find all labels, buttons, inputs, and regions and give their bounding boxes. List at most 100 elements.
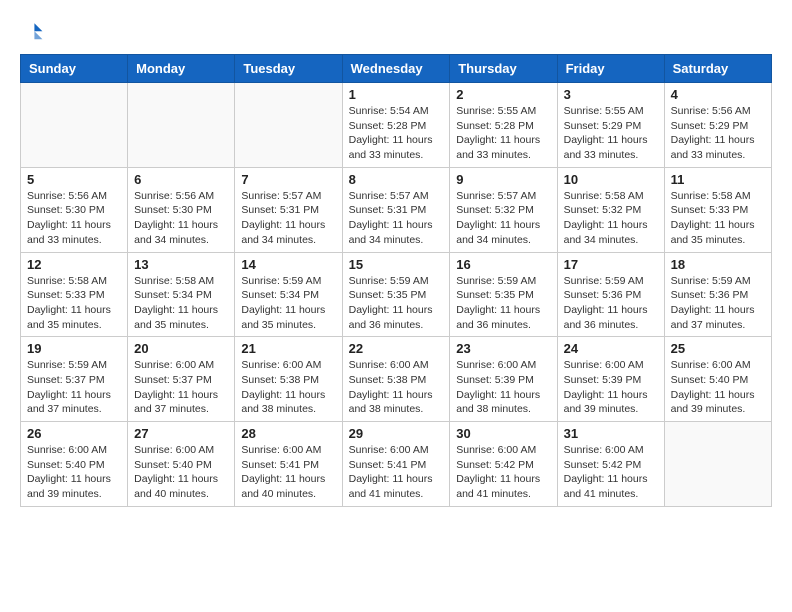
weekday-header-friday: Friday xyxy=(557,55,664,83)
day-number: 20 xyxy=(134,341,228,356)
day-cell: 12Sunrise: 5:58 AM Sunset: 5:33 PM Dayli… xyxy=(21,252,128,337)
day-cell: 21 Sunrise: 6:00 AM Sunset: 5:38 PM Dayli… xyxy=(235,337,342,422)
day-number: 30 xyxy=(456,426,550,441)
day-number: 16 xyxy=(456,257,550,272)
day-info: Sunrise: 5:55 AM Sunset: 5:28 PM Dayligh… xyxy=(456,104,550,163)
day-number: 23 xyxy=(456,341,550,356)
weekday-header-thursday: Thursday xyxy=(450,55,557,83)
day-cell: 24 Sunrise: 6:00 AM Sunset: 5:39 PM Dayli… xyxy=(557,337,664,422)
day-info: Sunrise: 5:57 AM Sunset: 5:31 PM Dayligh… xyxy=(349,189,444,248)
day-number: 7 xyxy=(241,172,335,187)
day-number: 5 xyxy=(27,172,121,187)
day-number: 27 xyxy=(134,426,228,441)
day-number: 8 xyxy=(349,172,444,187)
day-info: Sunrise: 6:00 AM Sunset: 5:38 PM Dayligh… xyxy=(349,358,444,417)
day-info: Sunrise: 6:00 AM Sunset: 5:38 PM Dayligh… xyxy=(241,358,335,417)
day-cell: 11 Sunrise: 5:58 AM Sunset: 5:33 PM Dayli… xyxy=(664,167,771,252)
day-cell xyxy=(664,422,771,507)
day-info: Sunrise: 6:00 AM Sunset: 5:42 PM Dayligh… xyxy=(456,443,550,502)
day-cell: 9Sunrise: 5:57 AM Sunset: 5:32 PM Daylig… xyxy=(450,167,557,252)
day-info: Sunrise: 6:00 AM Sunset: 5:39 PM Dayligh… xyxy=(564,358,658,417)
day-number: 15 xyxy=(349,257,444,272)
day-number: 31 xyxy=(564,426,658,441)
day-info: Sunrise: 5:59 AM Sunset: 5:35 PM Dayligh… xyxy=(456,274,550,333)
day-cell: 2 Sunrise: 5:55 AM Sunset: 5:28 PM Daylig… xyxy=(450,83,557,168)
day-number: 2 xyxy=(456,87,550,102)
page-header xyxy=(20,20,772,44)
day-cell: 3 Sunrise: 5:55 AM Sunset: 5:29 PM Daylig… xyxy=(557,83,664,168)
day-number: 26 xyxy=(27,426,121,441)
day-info: Sunrise: 5:56 AM Sunset: 5:29 PM Dayligh… xyxy=(671,104,765,163)
day-number: 6 xyxy=(134,172,228,187)
day-cell: 10 Sunrise: 5:58 AM Sunset: 5:32 PM Dayli… xyxy=(557,167,664,252)
day-info: Sunrise: 5:59 AM Sunset: 5:37 PM Dayligh… xyxy=(27,358,121,417)
week-row-3: 12Sunrise: 5:58 AM Sunset: 5:33 PM Dayli… xyxy=(21,252,772,337)
week-row-5: 26 Sunrise: 6:00 AM Sunset: 5:40 PM Dayli… xyxy=(21,422,772,507)
day-number: 13 xyxy=(134,257,228,272)
day-number: 11 xyxy=(671,172,765,187)
day-info: Sunrise: 5:56 AM Sunset: 5:30 PM Dayligh… xyxy=(134,189,228,248)
day-info: Sunrise: 6:00 AM Sunset: 5:40 PM Dayligh… xyxy=(671,358,765,417)
day-cell xyxy=(21,83,128,168)
day-number: 3 xyxy=(564,87,658,102)
day-number: 28 xyxy=(241,426,335,441)
day-number: 29 xyxy=(349,426,444,441)
day-cell: 30 Sunrise: 6:00 AM Sunset: 5:42 PM Dayli… xyxy=(450,422,557,507)
day-info: Sunrise: 6:00 AM Sunset: 5:40 PM Dayligh… xyxy=(134,443,228,502)
week-row-2: 5 Sunrise: 5:56 AM Sunset: 5:30 PM Daylig… xyxy=(21,167,772,252)
day-number: 18 xyxy=(671,257,765,272)
weekday-header-sunday: Sunday xyxy=(21,55,128,83)
day-number: 4 xyxy=(671,87,765,102)
day-cell: 5 Sunrise: 5:56 AM Sunset: 5:30 PM Daylig… xyxy=(21,167,128,252)
day-cell: 22 Sunrise: 6:00 AM Sunset: 5:38 PM Dayli… xyxy=(342,337,450,422)
day-info: Sunrise: 6:00 AM Sunset: 5:39 PM Dayligh… xyxy=(456,358,550,417)
day-info: Sunrise: 6:00 AM Sunset: 5:41 PM Dayligh… xyxy=(349,443,444,502)
day-cell: 25 Sunrise: 6:00 AM Sunset: 5:40 PM Dayli… xyxy=(664,337,771,422)
day-cell: 23 Sunrise: 6:00 AM Sunset: 5:39 PM Dayli… xyxy=(450,337,557,422)
day-info: Sunrise: 5:59 AM Sunset: 5:36 PM Dayligh… xyxy=(564,274,658,333)
day-cell: 1Sunrise: 5:54 AM Sunset: 5:28 PM Daylig… xyxy=(342,83,450,168)
day-info: Sunrise: 6:00 AM Sunset: 5:40 PM Dayligh… xyxy=(27,443,121,502)
day-info: Sunrise: 5:57 AM Sunset: 5:31 PM Dayligh… xyxy=(241,189,335,248)
day-number: 10 xyxy=(564,172,658,187)
day-info: Sunrise: 5:59 AM Sunset: 5:36 PM Dayligh… xyxy=(671,274,765,333)
day-info: Sunrise: 5:56 AM Sunset: 5:30 PM Dayligh… xyxy=(27,189,121,248)
day-number: 1 xyxy=(349,87,444,102)
week-row-1: 1Sunrise: 5:54 AM Sunset: 5:28 PM Daylig… xyxy=(21,83,772,168)
day-info: Sunrise: 5:58 AM Sunset: 5:33 PM Dayligh… xyxy=(671,189,765,248)
day-info: Sunrise: 6:00 AM Sunset: 5:37 PM Dayligh… xyxy=(134,358,228,417)
day-number: 14 xyxy=(241,257,335,272)
day-info: Sunrise: 6:00 AM Sunset: 5:42 PM Dayligh… xyxy=(564,443,658,502)
weekday-header-monday: Monday xyxy=(128,55,235,83)
day-info: Sunrise: 5:59 AM Sunset: 5:35 PM Dayligh… xyxy=(349,274,444,333)
day-cell: 6 Sunrise: 5:56 AM Sunset: 5:30 PM Daylig… xyxy=(128,167,235,252)
day-cell: 8 Sunrise: 5:57 AM Sunset: 5:31 PM Daylig… xyxy=(342,167,450,252)
day-info: Sunrise: 5:58 AM Sunset: 5:34 PM Dayligh… xyxy=(134,274,228,333)
day-number: 22 xyxy=(349,341,444,356)
day-info: Sunrise: 5:58 AM Sunset: 5:32 PM Dayligh… xyxy=(564,189,658,248)
day-number: 21 xyxy=(241,341,335,356)
day-cell: 29 Sunrise: 6:00 AM Sunset: 5:41 PM Dayli… xyxy=(342,422,450,507)
day-cell: 16 Sunrise: 5:59 AM Sunset: 5:35 PM Dayli… xyxy=(450,252,557,337)
weekday-header-saturday: Saturday xyxy=(664,55,771,83)
day-number: 24 xyxy=(564,341,658,356)
day-cell: 13 Sunrise: 5:58 AM Sunset: 5:34 PM Dayli… xyxy=(128,252,235,337)
week-row-4: 19Sunrise: 5:59 AM Sunset: 5:37 PM Dayli… xyxy=(21,337,772,422)
day-cell: 19Sunrise: 5:59 AM Sunset: 5:37 PM Dayli… xyxy=(21,337,128,422)
day-info: Sunrise: 5:55 AM Sunset: 5:29 PM Dayligh… xyxy=(564,104,658,163)
day-number: 12 xyxy=(27,257,121,272)
day-number: 17 xyxy=(564,257,658,272)
weekday-header-wednesday: Wednesday xyxy=(342,55,450,83)
logo-icon xyxy=(20,20,44,44)
calendar-table: SundayMondayTuesdayWednesdayThursdayFrid… xyxy=(20,54,772,507)
day-cell: 31 Sunrise: 6:00 AM Sunset: 5:42 PM Dayli… xyxy=(557,422,664,507)
day-cell: 14 Sunrise: 5:59 AM Sunset: 5:34 PM Dayli… xyxy=(235,252,342,337)
day-cell xyxy=(235,83,342,168)
day-cell: 15 Sunrise: 5:59 AM Sunset: 5:35 PM Dayli… xyxy=(342,252,450,337)
day-cell xyxy=(128,83,235,168)
day-cell: 27 Sunrise: 6:00 AM Sunset: 5:40 PM Dayli… xyxy=(128,422,235,507)
logo xyxy=(20,20,48,44)
day-number: 25 xyxy=(671,341,765,356)
day-cell: 4 Sunrise: 5:56 AM Sunset: 5:29 PM Daylig… xyxy=(664,83,771,168)
day-info: Sunrise: 5:59 AM Sunset: 5:34 PM Dayligh… xyxy=(241,274,335,333)
